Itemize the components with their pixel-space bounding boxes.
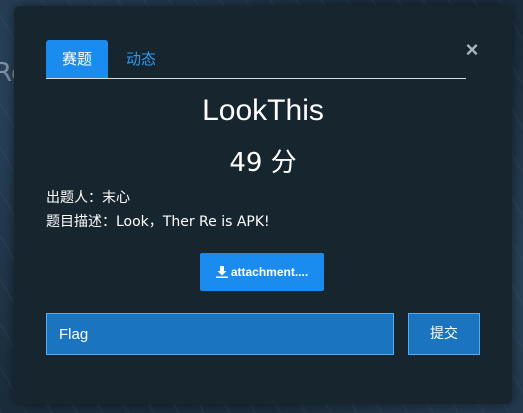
challenge-points: 49 分 bbox=[229, 148, 297, 178]
download-icon bbox=[215, 266, 228, 278]
challenge-author: 出题人：末心 bbox=[46, 190, 130, 206]
flag-input[interactable] bbox=[46, 313, 394, 355]
challenge-modal: × 赛题 动态 LookThis 49 分 出题人：末心 题目描述：Look，T… bbox=[14, 6, 512, 404]
submit-button[interactable]: 提交 bbox=[408, 313, 480, 355]
tab-activity[interactable]: 动态 bbox=[126, 40, 156, 78]
tab-bar: 赛题 动态 bbox=[46, 40, 466, 79]
challenge-title: LookThis bbox=[202, 94, 324, 127]
tab-challenge[interactable]: 赛题 bbox=[46, 40, 108, 78]
attachment-label: attachment.... bbox=[230, 265, 309, 279]
challenge-description: 题目描述：Look，Ther Re is APK! bbox=[46, 214, 270, 230]
attachment-download-button[interactable]: attachment.... bbox=[200, 253, 324, 291]
